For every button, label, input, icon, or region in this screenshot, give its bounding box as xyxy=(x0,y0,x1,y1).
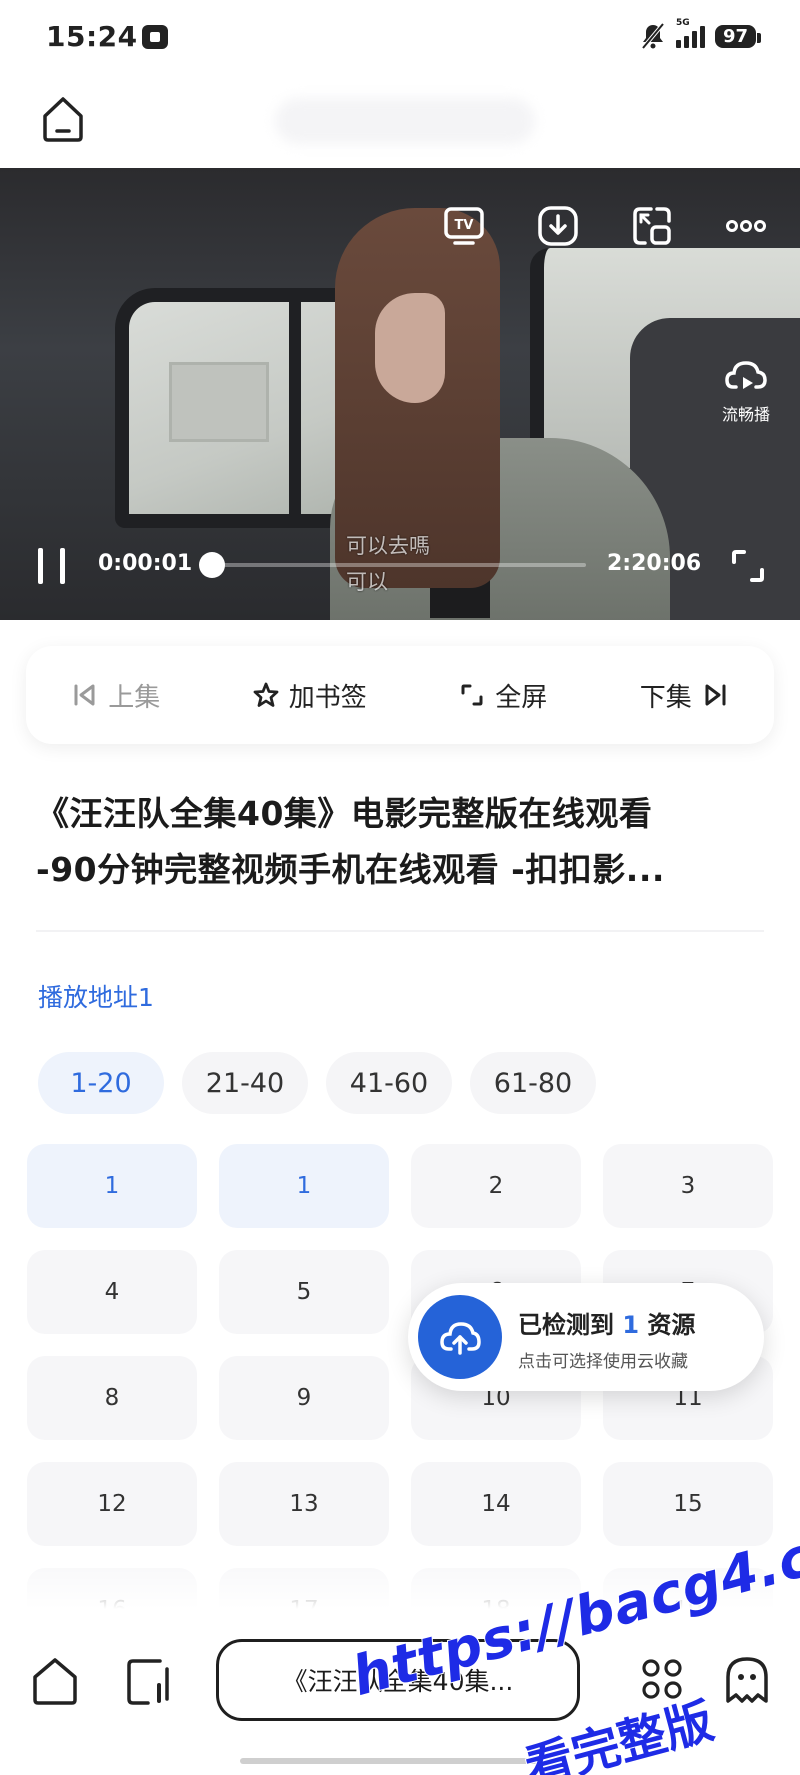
signal-icon: 5G xyxy=(675,18,705,48)
pause-button[interactable] xyxy=(38,548,68,584)
video-title-line-2: -90分钟完整视频手机在线观看 -扣扣影... xyxy=(36,850,665,889)
bookmark-label: 加书签 xyxy=(288,682,367,713)
skip-previous-icon xyxy=(74,684,95,706)
episode-button[interactable]: 1 xyxy=(219,1144,389,1228)
video-title-line-1: 《汪汪队全集40集》电影完整版在线观看 xyxy=(36,794,653,833)
episode-button[interactable]: 8 xyxy=(27,1356,197,1440)
progress-knob[interactable] xyxy=(199,552,225,578)
range-tab[interactable]: 1-20 xyxy=(38,1052,164,1114)
cloud-play-icon xyxy=(725,361,767,389)
smooth-play-label: 流畅播 xyxy=(721,405,770,424)
tabs-icon[interactable] xyxy=(124,1655,172,1707)
tv-cast-icon[interactable]: TV xyxy=(443,205,485,247)
top-nav xyxy=(0,80,800,164)
prev-episode-label: 上集 xyxy=(108,682,161,713)
resource-detected-toast[interactable]: 已检测到 1 资源 点击可选择使用云收藏 xyxy=(408,1283,764,1391)
network-label: 5G xyxy=(675,18,690,28)
progress-bar[interactable] xyxy=(199,552,586,578)
resource-count: 1 xyxy=(622,1311,640,1339)
status-indicators: 5G 97 xyxy=(640,18,762,50)
episode-button[interactable]: 2 xyxy=(411,1144,581,1228)
home-icon[interactable] xyxy=(40,94,86,144)
divider xyxy=(36,930,764,932)
subtitle-line-2: 可以 xyxy=(346,570,388,594)
notification-app-icon xyxy=(142,25,168,49)
next-episode-button[interactable]: 下集 xyxy=(640,677,728,714)
cloud-upload-icon xyxy=(418,1295,502,1379)
video-title: 《汪汪队全集40集》电影完整版在线观看 -90分钟完整视频手机在线观看 -扣扣影… xyxy=(36,786,766,898)
fullscreen-label: 全屏 xyxy=(495,682,548,713)
playback-controls-card: 上集 加书签 全屏 下集 xyxy=(26,646,774,744)
next-episode-label: 下集 xyxy=(639,682,692,713)
gesture-bar[interactable] xyxy=(240,1758,560,1764)
range-tab[interactable]: 21-40 xyxy=(182,1052,308,1114)
blurred-url-bar[interactable] xyxy=(275,98,535,144)
fullscreen-small-icon xyxy=(461,684,483,706)
source-label[interactable]: 播放地址1 xyxy=(38,978,154,1014)
toast-title: 已检测到 1 资源 xyxy=(518,1311,696,1339)
episode-button[interactable]: 9 xyxy=(219,1356,389,1440)
subtitle-line-1: 可以去嗎 xyxy=(346,534,430,558)
range-tab[interactable]: 41-60 xyxy=(326,1052,452,1114)
episode-button[interactable]: 13 xyxy=(219,1462,389,1546)
home-icon[interactable] xyxy=(30,1655,80,1707)
smooth-play-button[interactable]: 流畅播 xyxy=(706,355,786,425)
download-icon[interactable] xyxy=(537,205,579,247)
total-time: 2:20:06 xyxy=(607,551,702,576)
episode-button[interactable]: 4 xyxy=(27,1250,197,1334)
range-tab[interactable]: 61-80 xyxy=(470,1052,596,1114)
episode-button[interactable]: 3 xyxy=(603,1144,773,1228)
mute-bell-icon xyxy=(640,22,666,50)
toast-subtitle: 点击可选择使用云收藏 xyxy=(518,1352,688,1372)
bookmark-button[interactable]: 加书签 xyxy=(253,677,367,714)
fullscreen-button[interactable]: 全屏 xyxy=(459,677,547,714)
status-bar: 15:24 5G 97 xyxy=(0,0,800,78)
fullscreen-icon[interactable] xyxy=(728,546,768,586)
episode-button[interactable]: 1 xyxy=(27,1144,197,1228)
battery-indicator: 97 xyxy=(714,24,762,48)
svg-text:TV: TV xyxy=(455,218,474,233)
episode-button[interactable]: 12 xyxy=(27,1462,197,1546)
status-time: 15:24 xyxy=(46,20,138,53)
more-icon[interactable] xyxy=(725,205,767,247)
prev-episode-button[interactable]: 上集 xyxy=(72,677,160,714)
address-bar[interactable]: 《汪汪队全集40集... xyxy=(216,1639,580,1721)
episode-button[interactable]: 5 xyxy=(219,1250,389,1334)
current-time: 0:00:01 xyxy=(98,551,193,576)
bottom-toolbar: 《汪汪队全集40集... xyxy=(0,1625,800,1775)
episode-button[interactable]: 14 xyxy=(411,1462,581,1546)
star-icon xyxy=(253,682,279,707)
episode-button[interactable]: 15 xyxy=(603,1462,773,1546)
episode-range-tabs: 1-20 21-40 41-60 61-80 xyxy=(38,1052,596,1114)
skip-next-icon xyxy=(705,684,726,706)
profile-ghost-icon[interactable] xyxy=(722,1653,772,1707)
pip-icon[interactable] xyxy=(631,205,673,247)
apps-grid-icon[interactable] xyxy=(640,1657,684,1701)
